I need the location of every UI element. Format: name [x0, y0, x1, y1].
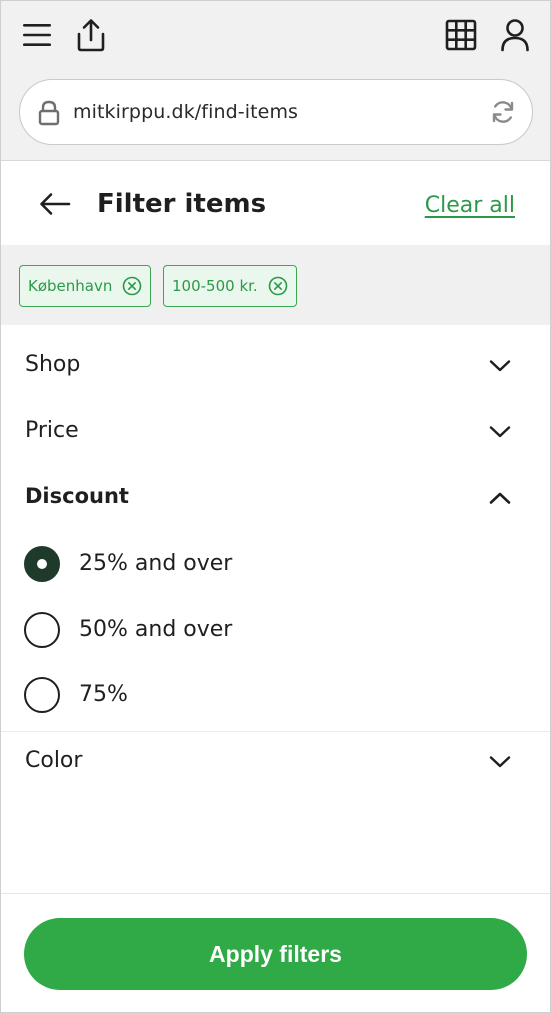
discount-option[interactable]: 25% and over — [1, 530, 550, 596]
grid-icon[interactable] — [441, 15, 481, 55]
section-label: Color — [25, 748, 83, 773]
active-filters-bar: København 100-500 kr. — [1, 245, 550, 325]
filter-chip[interactable]: København — [19, 265, 152, 307]
discount-option[interactable]: 50% and over — [1, 596, 550, 662]
remove-circle-icon[interactable] — [268, 276, 288, 296]
back-arrow-icon[interactable] — [35, 186, 75, 222]
page-title: Filter items — [97, 189, 267, 219]
chevron-up-icon — [488, 486, 512, 510]
section-price[interactable]: Price — [1, 398, 550, 464]
section-discount[interactable]: Discount — [1, 464, 550, 530]
radio-button[interactable] — [24, 677, 60, 713]
clear-all-link[interactable]: Clear all — [425, 193, 515, 218]
chevron-down-icon — [488, 750, 512, 774]
user-icon[interactable] — [495, 15, 535, 55]
address-bar[interactable]: mitkirppu.dk/find-items — [19, 79, 533, 145]
lock-icon — [38, 100, 60, 130]
filter-footer: Apply filters — [1, 893, 550, 1012]
chevron-down-icon — [488, 354, 512, 378]
filter-header: Filter items Clear all — [1, 162, 550, 245]
option-label: 25% and over — [79, 551, 233, 576]
filter-chip[interactable]: 100-500 kr. — [163, 265, 297, 307]
browser-toolbar: mitkirppu.dk/find-items — [1, 1, 550, 161]
menu-icon[interactable] — [17, 15, 57, 55]
option-label: 75% — [79, 682, 128, 707]
option-label: 50% and over — [79, 617, 233, 642]
section-label: Discount — [25, 484, 129, 508]
app-frame: mitkirppu.dk/find-items Filter items Cle… — [0, 0, 551, 1013]
reload-icon[interactable] — [490, 99, 516, 129]
section-color[interactable]: Color — [1, 728, 550, 794]
discount-option[interactable]: 75% — [1, 661, 550, 727]
section-label: Shop — [25, 352, 81, 377]
section-shop[interactable]: Shop — [1, 332, 550, 398]
radio-button-selected[interactable] — [24, 546, 60, 582]
section-label: Price — [25, 418, 79, 443]
remove-circle-icon[interactable] — [122, 276, 142, 296]
url-text: mitkirppu.dk/find-items — [73, 101, 299, 123]
apply-filters-button[interactable]: Apply filters — [24, 918, 527, 990]
share-icon[interactable] — [71, 15, 111, 55]
filter-chip-label: 100-500 kr. — [172, 277, 258, 295]
filter-chip-label: København — [28, 277, 113, 295]
radio-button[interactable] — [24, 612, 60, 648]
chevron-down-icon — [488, 420, 512, 444]
